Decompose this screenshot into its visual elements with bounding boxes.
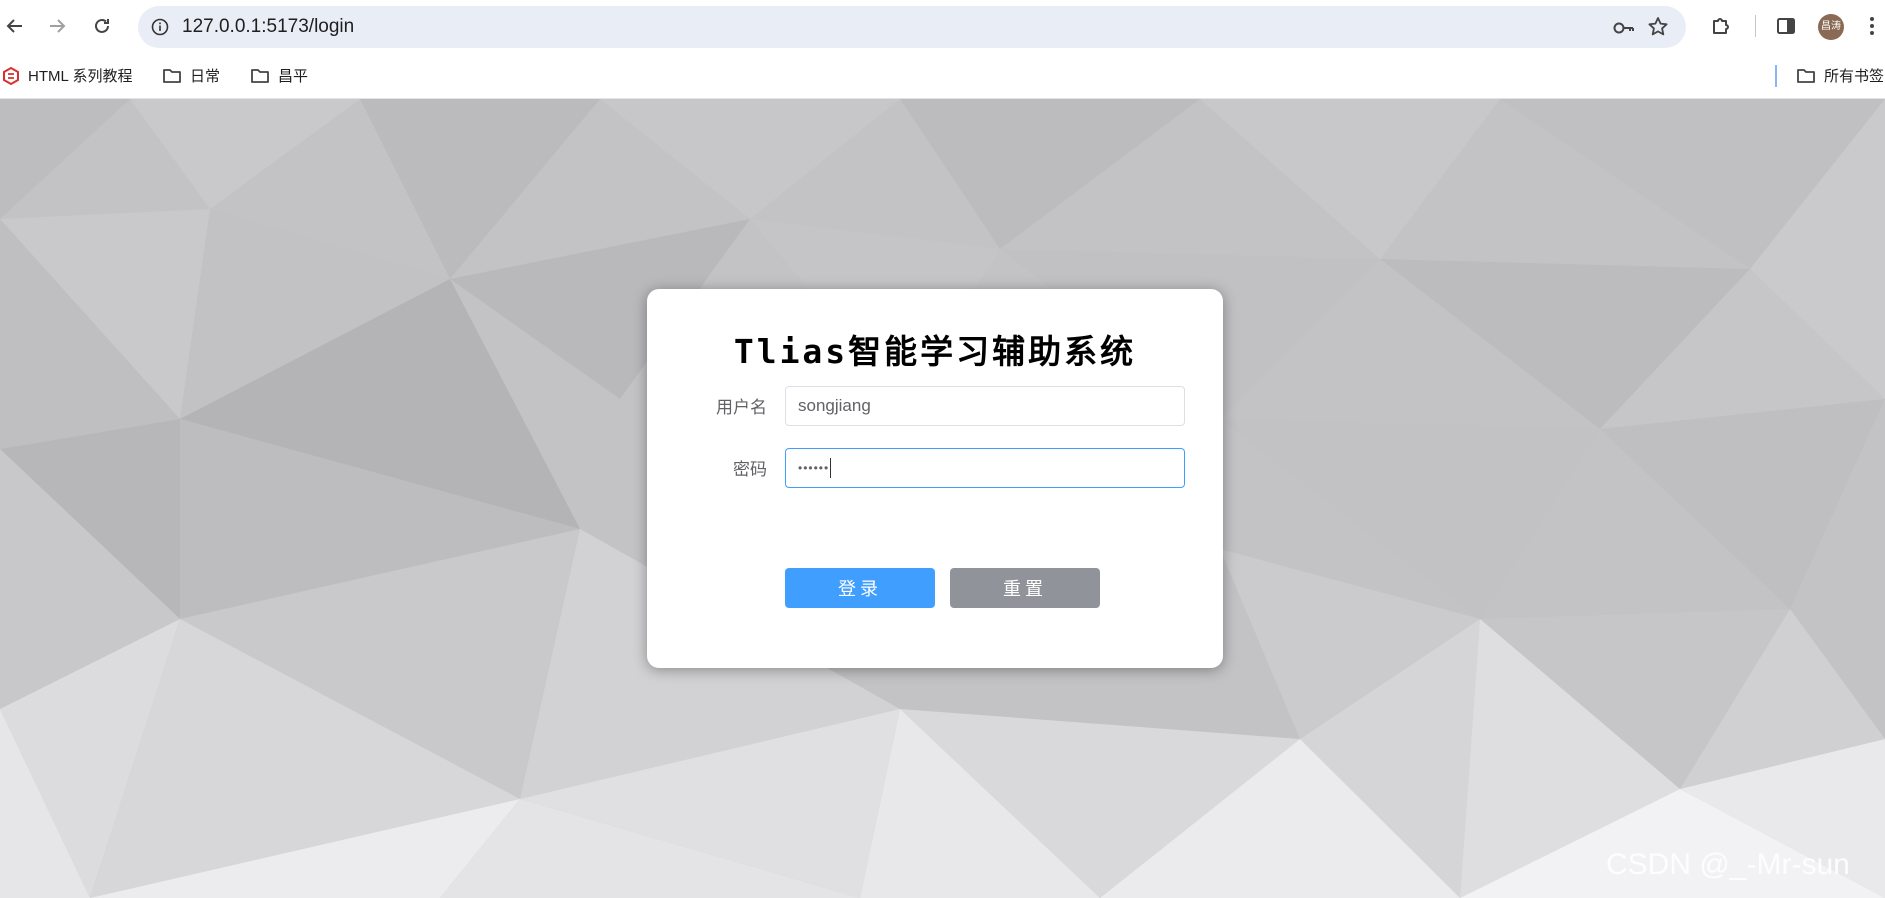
system-title: Tlias智能学习辅助系统: [733, 332, 1137, 371]
site-info-icon[interactable]: [148, 15, 172, 39]
all-bookmarks-folder[interactable]: 所有书签: [1796, 52, 1884, 99]
bookmark-label: 昌平: [278, 68, 309, 85]
reload-icon: [95, 18, 109, 33]
folder-icon: [1797, 68, 1815, 83]
bookmark-label: 日常: [190, 68, 221, 85]
address-bar[interactable]: 127.0.0.1:5173/login: [138, 6, 1686, 48]
username-value: songjiang: [798, 396, 871, 415]
profile-avatar[interactable]: 昌涛: [1818, 14, 1844, 40]
folder-icon: [251, 68, 269, 83]
forward-button[interactable]: [42, 11, 72, 41]
login-button[interactable]: 登录: [785, 568, 935, 608]
more-menu-icon[interactable]: [1864, 13, 1880, 39]
password-value: ••••••: [798, 461, 830, 475]
username-input[interactable]: songjiang: [785, 386, 1185, 426]
password-key-icon[interactable]: [1612, 16, 1636, 40]
browser-toolbar: 127.0.0.1:5173/login 昌涛: [0, 0, 1885, 52]
bookmarks-divider: [1775, 65, 1777, 87]
bookmark-folder-changping[interactable]: 昌平: [250, 52, 308, 99]
bookmark-star-icon[interactable]: [1646, 15, 1670, 39]
toolbar-divider: [1755, 15, 1756, 37]
text-caret: [830, 458, 832, 478]
bookmark-label: 所有书签: [1824, 68, 1885, 85]
side-panel-icon[interactable]: [1773, 13, 1799, 39]
bookmark-html-tutorial[interactable]: HTML 系列教程: [2, 52, 132, 99]
folder-icon: [163, 68, 181, 83]
bookmarks-bar: HTML 系列教程 日常 昌平 所有书签: [0, 52, 1885, 99]
reload-button[interactable]: [87, 11, 117, 41]
password-input[interactable]: ••••••: [785, 448, 1185, 488]
back-button[interactable]: [0, 11, 30, 41]
url-text[interactable]: 127.0.0.1:5173/login: [182, 6, 354, 48]
csdn-watermark: CSDN @_-Mr-sun: [1606, 848, 1850, 881]
login-form-card: Tlias智能学习辅助系统 用户名 songjiang 密码 •••••• 登录…: [647, 289, 1223, 668]
username-label: 用户名: [716, 398, 767, 418]
login-page: Tlias智能学习辅助系统 用户名 songjiang 密码 •••••• 登录…: [0, 99, 1885, 898]
back-arrow-icon: [6, 19, 22, 33]
bookmark-folder-daily[interactable]: 日常: [162, 52, 220, 99]
password-label: 密码: [733, 460, 767, 480]
site-logo-icon: [3, 66, 19, 85]
bookmark-label: HTML 系列教程: [28, 68, 133, 85]
reset-button[interactable]: 重置: [950, 568, 1100, 608]
extensions-icon[interactable]: [1708, 13, 1734, 39]
forward-arrow-icon: [50, 19, 66, 33]
